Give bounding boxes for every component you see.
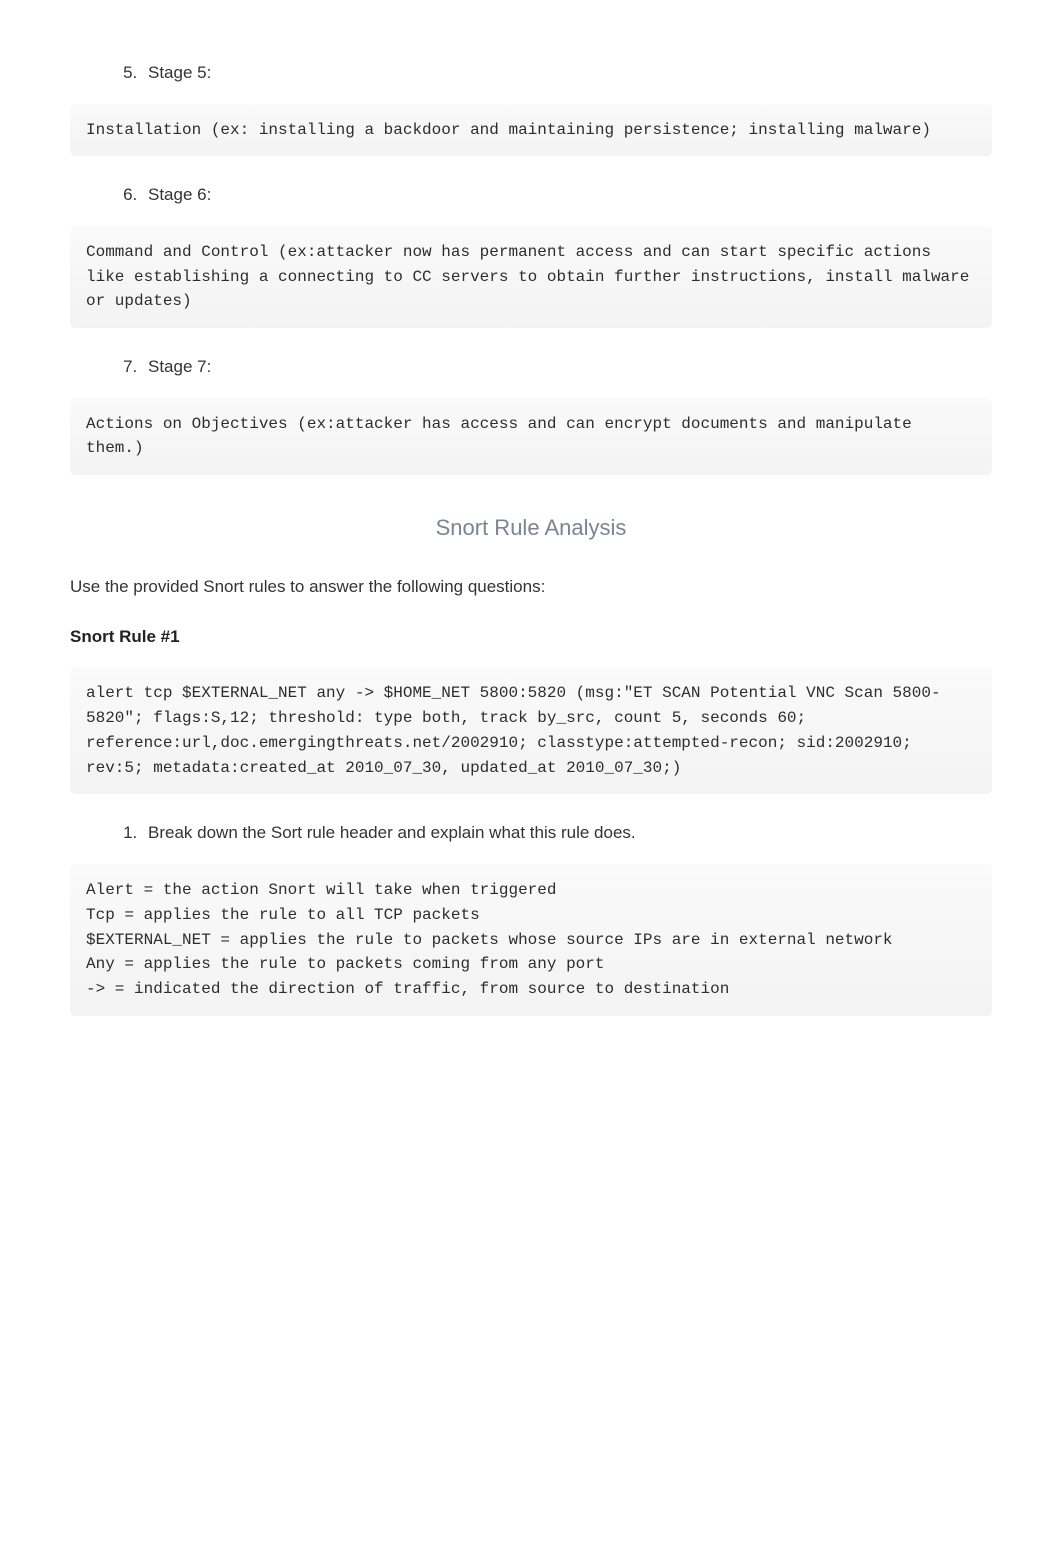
stage-5-code: Installation (ex: installing a backdoor … xyxy=(70,104,992,157)
stage-6-code: Command and Control (ex:attacker now has… xyxy=(70,226,992,328)
stage-7-code: Actions on Objectives (ex:attacker has a… xyxy=(70,398,992,476)
snort-rule-heading: Snort Rule #1 xyxy=(70,624,992,650)
intro-text: Use the provided Snort rules to answer t… xyxy=(70,574,992,600)
stage-7-label: Stage 7: xyxy=(142,354,992,380)
stage-5-label: Stage 5: xyxy=(142,60,992,86)
section-title: Snort Rule Analysis xyxy=(70,511,992,544)
stage-6-label: Stage 6: xyxy=(142,182,992,208)
snort-rule-code: alert tcp $EXTERNAL_NET any -> $HOME_NET… xyxy=(70,667,992,794)
question-1-answer: Alert = the action Snort will take when … xyxy=(70,864,992,1016)
question-1-label: Break down the Sort rule header and expl… xyxy=(142,820,992,846)
